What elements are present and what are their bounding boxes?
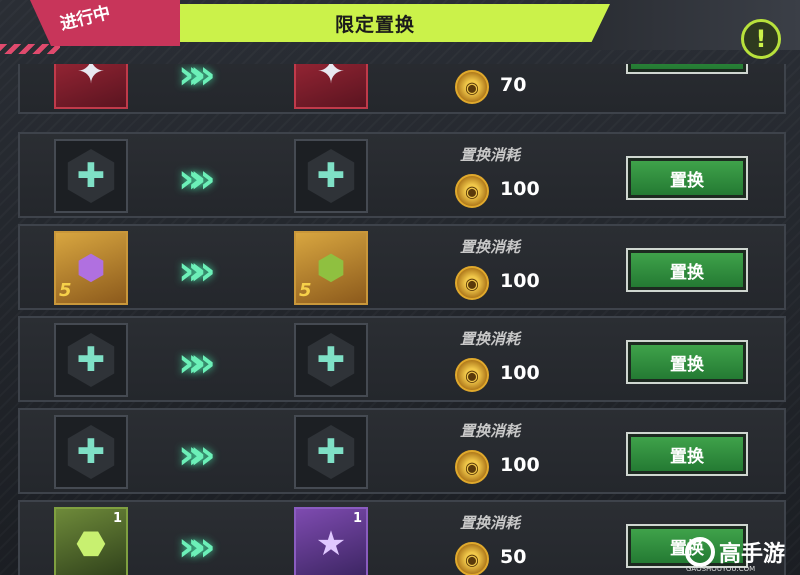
- exchange-row: ⬢ 5 »» ⬢ 5 置换消耗 ◉ 100 置换: [18, 224, 786, 310]
- coin-icon: ◉: [455, 450, 489, 484]
- exchange-list[interactable]: ✦ »» ✦ ◉ 70 置换 ✚ »» ✚ 置换消耗 ◉ 100 置换 ⬢ 5 …: [18, 64, 786, 575]
- coin-icon: ◉: [455, 174, 489, 208]
- cost-label: 置换消耗: [460, 330, 521, 348]
- cost-value: 100: [500, 362, 540, 384]
- source-item-slot[interactable]: ⬢ 5: [54, 231, 128, 305]
- watermark-subtext: GAOSHOUYOU.COM: [686, 565, 756, 573]
- swap-button-label: 置换: [631, 345, 743, 379]
- source-item-slot[interactable]: ✚: [54, 415, 128, 489]
- swap-button[interactable]: 置换: [626, 248, 748, 292]
- rank-badge: 5: [59, 280, 72, 301]
- cost-label: 置换消耗: [460, 422, 521, 440]
- plus-icon: ✚: [316, 156, 346, 196]
- cost-value: 100: [500, 454, 540, 476]
- core-icon: ⬣: [76, 524, 106, 564]
- exchange-row: ✚ »» ✚ 置换消耗 ◉ 100 置换: [18, 408, 786, 494]
- empty-slot-hex: ✚: [307, 425, 355, 479]
- star-core-icon: ★: [315, 524, 347, 564]
- empty-slot-hex: ✚: [67, 149, 115, 203]
- cost-value: 100: [500, 270, 540, 292]
- empty-slot-hex: ✚: [67, 425, 115, 479]
- cost-label: 置换消耗: [460, 514, 521, 532]
- plus-icon: ✚: [316, 340, 346, 380]
- armor-icon: ⬢: [76, 248, 106, 288]
- source-item-slot[interactable]: ✚: [54, 139, 128, 213]
- target-item-slot[interactable]: ✚: [294, 323, 368, 397]
- watermark-text: 高手游: [718, 541, 785, 567]
- page-title: 限定置换: [334, 13, 415, 36]
- target-item-slot[interactable]: ✚: [294, 415, 368, 489]
- empty-slot-hex: ✚: [307, 333, 355, 387]
- exclamation-icon: !: [755, 25, 767, 53]
- item-quantity: 1: [352, 511, 362, 526]
- arrow-icon: »»: [178, 524, 216, 570]
- target-item-slot[interactable]: ✚: [294, 139, 368, 213]
- help-button[interactable]: !: [741, 19, 781, 59]
- header: 限定置换 进行中 !: [0, 0, 800, 72]
- target-item-slot[interactable]: ⬢ 5: [294, 231, 368, 305]
- exchange-row: ✚ »» ✚ 置换消耗 ◉ 100 置换: [18, 316, 786, 402]
- swap-button[interactable]: 置换: [626, 156, 748, 200]
- arrow-icon: »»: [178, 248, 216, 294]
- coin-icon: ◉: [455, 542, 489, 575]
- plus-icon: ✚: [76, 432, 106, 472]
- cost-value: 50: [500, 546, 527, 568]
- arrow-icon: »»: [178, 340, 216, 386]
- item-quantity: 1: [112, 511, 122, 526]
- coin-icon: ◉: [455, 70, 489, 104]
- armor-icon: ⬢: [316, 248, 346, 288]
- coin-icon: ◉: [455, 358, 489, 392]
- arrow-icon: »»: [178, 156, 216, 202]
- swap-button-label: 置换: [631, 161, 743, 195]
- plus-icon: ✚: [76, 340, 106, 380]
- watermark-logo-icon: [684, 536, 715, 567]
- plus-icon: ✚: [316, 432, 346, 472]
- cost-value: 70: [500, 74, 527, 96]
- cost-label: 置换消耗: [460, 238, 521, 256]
- empty-slot-hex: ✚: [67, 333, 115, 387]
- empty-slot-hex: ✚: [307, 149, 355, 203]
- exchange-row: ✚ »» ✚ 置换消耗 ◉ 100 置换: [18, 132, 786, 218]
- rank-badge: 5: [299, 280, 312, 301]
- swap-button-label: 置换: [631, 253, 743, 287]
- swap-button-label: 置换: [631, 437, 743, 471]
- swap-button[interactable]: 置换: [626, 340, 748, 384]
- arrow-icon: »»: [178, 432, 216, 478]
- plus-icon: ✚: [76, 156, 106, 196]
- swap-button[interactable]: 置换: [626, 432, 748, 476]
- cost-value: 100: [500, 178, 540, 200]
- cost-label: 置换消耗: [460, 146, 521, 164]
- target-item-slot[interactable]: ★ 1: [294, 507, 368, 575]
- coin-icon: ◉: [455, 266, 489, 300]
- source-item-slot[interactable]: ✚: [54, 323, 128, 397]
- source-item-slot[interactable]: ⬣ 1: [54, 507, 128, 575]
